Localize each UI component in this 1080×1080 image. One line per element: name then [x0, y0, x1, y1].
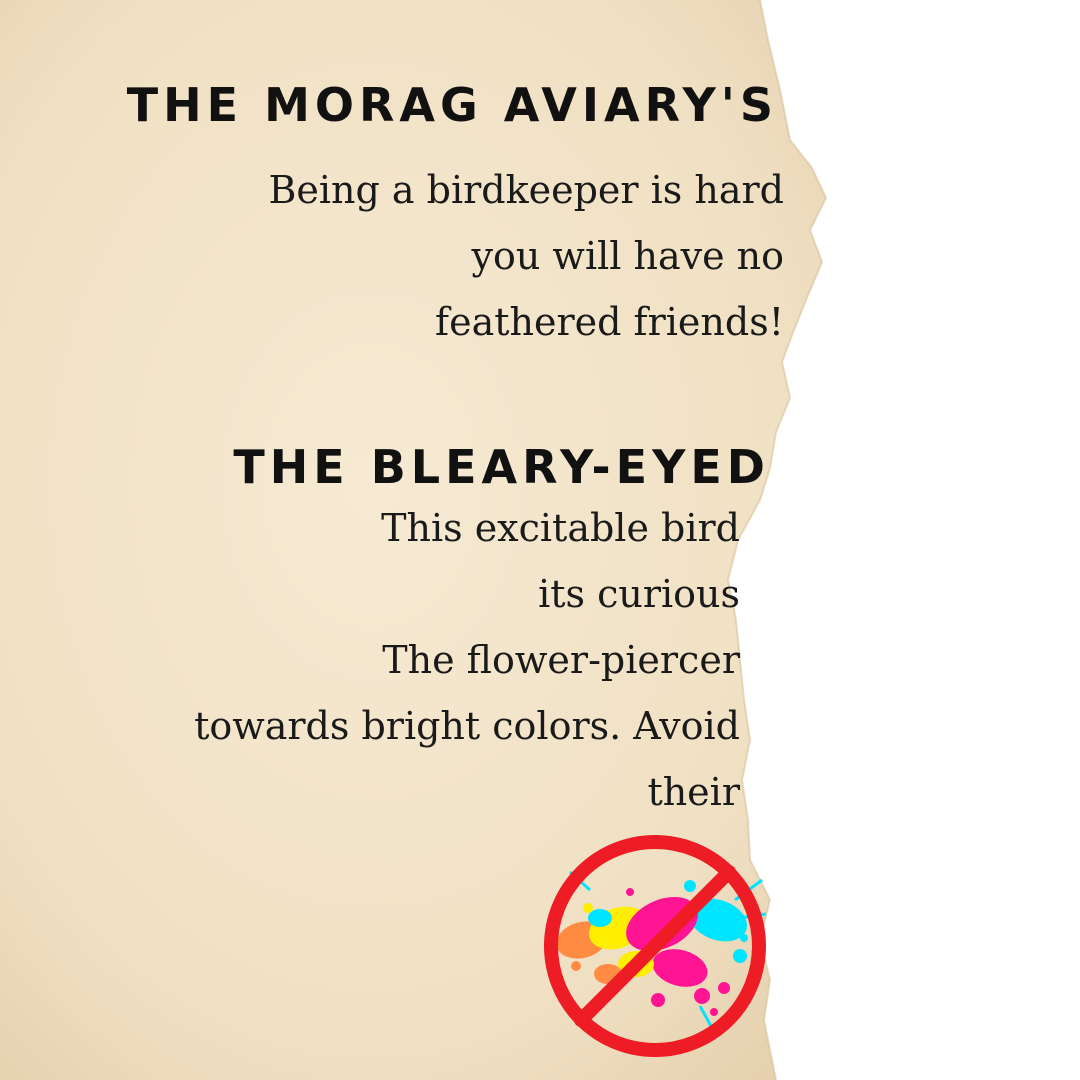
- bleary-line-2: its curious: [538, 572, 740, 616]
- bleary-eyed-section: THE BLEARY-EYED This excitable bird its …: [0, 400, 780, 840]
- aviary-line-2: you will have no: [471, 234, 784, 278]
- aviary-title: THE MORAG AVIARY'S: [126, 78, 778, 132]
- bleary-line-4: towards bright colors. Avoid: [194, 704, 740, 748]
- bleary-eyed-title: THE BLEARY-EYED: [233, 440, 770, 494]
- bleary-line-3: The flower-piercer: [382, 638, 740, 682]
- aviary-line-3: feathered friends!: [435, 300, 784, 344]
- no-paint-splatter-icon: [544, 835, 767, 1057]
- aviary-line-1: Being a birdkeeper is hard: [268, 168, 784, 212]
- bleary-line-1: This excitable bird: [381, 506, 740, 550]
- aviary-section: THE MORAG AVIARY'S Being a birdkeeper is…: [0, 0, 800, 400]
- bleary-line-5: their: [647, 770, 740, 814]
